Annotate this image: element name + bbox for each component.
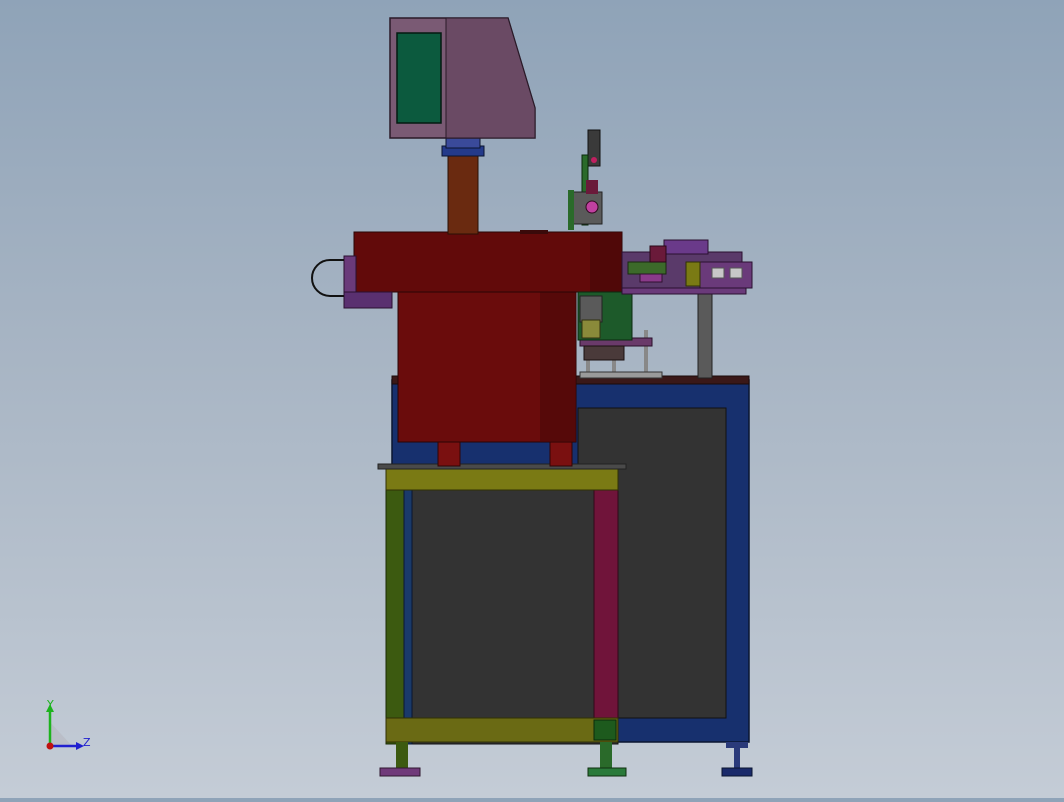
z-axis-label: Z bbox=[83, 736, 91, 749]
front-frame[interactable] bbox=[377, 463, 627, 777]
corner-block bbox=[593, 719, 617, 741]
bowl-feeder[interactable] bbox=[311, 230, 623, 467]
monitor-assembly[interactable] bbox=[389, 17, 536, 235]
cad-viewport[interactable] bbox=[0, 0, 1064, 798]
front-frame-panel bbox=[385, 487, 619, 745]
axis-triad: Y Z bbox=[36, 698, 106, 762]
bowl-top bbox=[353, 231, 623, 293]
front-frame-bottom-rail bbox=[385, 717, 619, 743]
cad-model[interactable] bbox=[0, 0, 1064, 798]
origin-dot bbox=[46, 742, 54, 750]
front-frame-top-rail bbox=[385, 467, 619, 491]
front-left-foot bbox=[379, 767, 421, 777]
monitor-screen bbox=[396, 32, 442, 124]
front-right-foot bbox=[587, 767, 627, 777]
monitor-pole bbox=[447, 153, 479, 235]
front-frame-right-post bbox=[593, 487, 619, 729]
table-plate bbox=[377, 463, 627, 470]
rear-foot-stem bbox=[726, 742, 748, 748]
rear-foot-pad bbox=[721, 767, 753, 777]
support-post bbox=[697, 291, 713, 379]
y-axis-label: Y bbox=[46, 698, 54, 711]
cable-loop bbox=[311, 259, 331, 297]
